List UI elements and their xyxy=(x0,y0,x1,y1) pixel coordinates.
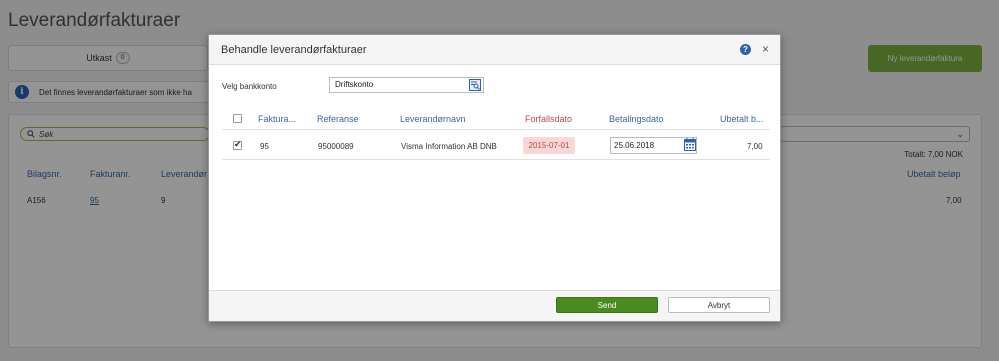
calendar-icon[interactable] xyxy=(684,138,696,151)
bank-account-label: Velg bankkonto xyxy=(222,82,277,91)
column-header-referanse[interactable]: Referanse xyxy=(317,114,359,124)
row-checkbox[interactable] xyxy=(233,139,242,150)
table-row-divider xyxy=(222,159,770,160)
cell-referanse: 95000089 xyxy=(318,142,354,151)
cancel-button[interactable]: Avbryt xyxy=(668,297,770,313)
select-all-checkbox[interactable] xyxy=(233,114,242,123)
help-icon[interactable]: ? xyxy=(740,44,751,55)
send-button[interactable]: Send xyxy=(556,297,658,313)
lookup-icon[interactable] xyxy=(469,79,481,91)
cell-faktura: 95 xyxy=(260,142,269,151)
dialog-title: Behandle leverandørfakturaer xyxy=(221,44,367,56)
column-header-forfallsdato[interactable]: Forfallsdato xyxy=(525,114,572,124)
dialog-footer: Send Avbryt xyxy=(209,290,780,321)
column-header-leverandornavn[interactable]: Leverandørnavn xyxy=(400,114,466,124)
column-header-faktura[interactable]: Faktura... xyxy=(258,114,296,124)
column-header-ubetalt[interactable]: Ubetalt b... xyxy=(720,114,764,124)
table-header-divider xyxy=(222,129,770,130)
cell-forfallsdato: 2015-07-01 xyxy=(523,137,575,154)
bank-account-value: Driftskonto xyxy=(335,80,374,89)
bank-account-field[interactable]: Driftskonto xyxy=(329,77,484,93)
cell-leverandornavn: Visma Information AB DNB xyxy=(401,142,497,151)
close-icon[interactable]: × xyxy=(762,42,769,56)
process-invoices-dialog: Behandle leverandørfakturaer ? × Velg ba… xyxy=(208,34,781,322)
cell-ubetalt: 7,00 xyxy=(747,142,763,151)
dialog-header: Behandle leverandørfakturaer ? × xyxy=(209,35,780,65)
column-header-betalingsdato[interactable]: Betalingsdato xyxy=(609,114,664,124)
